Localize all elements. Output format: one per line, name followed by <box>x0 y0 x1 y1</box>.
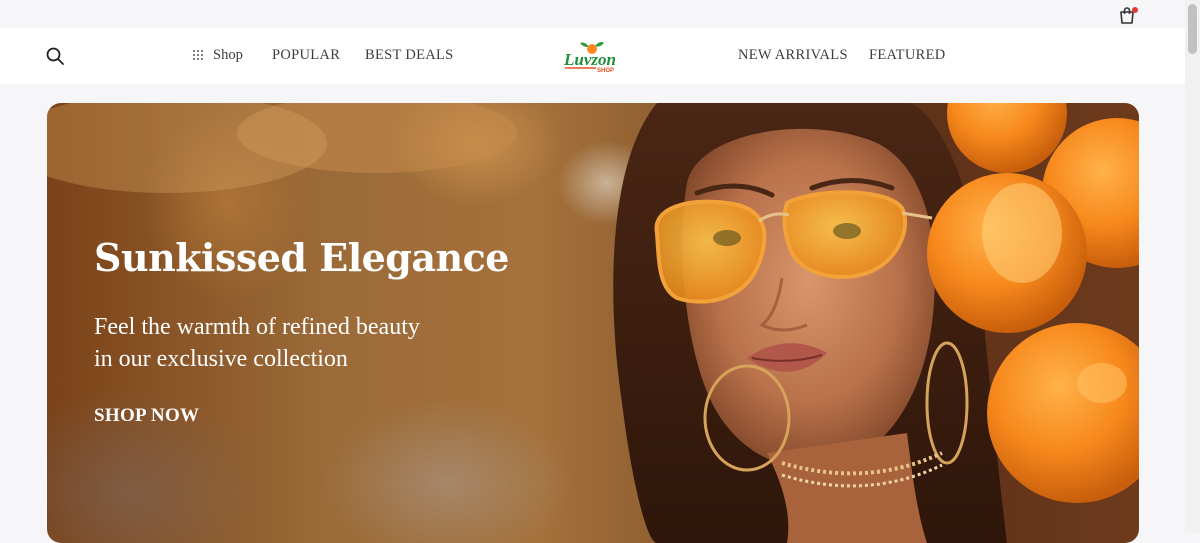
brand-logo[interactable]: Luvzon SHOP <box>563 38 623 76</box>
hero-subtitle-line-1: Feel the warmth of refined beauty <box>94 314 420 340</box>
nav-popular[interactable]: POPULAR <box>272 47 340 64</box>
shop-now-link[interactable]: SHOP NOW <box>94 405 199 427</box>
hero-title: Sunkissed Elegance <box>94 235 509 280</box>
logo-brand-text: Luvzon <box>563 50 616 69</box>
hero-banner: Sunkissed Elegance Feel the warmth of re… <box>47 103 1139 543</box>
hero-subtitle: Feel the warmth of refined beauty in our… <box>94 311 494 375</box>
nav-featured[interactable]: FEATURED <box>869 47 946 64</box>
nav-new-arrivals[interactable]: NEW ARRIVALS <box>738 47 848 64</box>
logo-sub-text: SHOP <box>597 68 614 74</box>
page-scrollbar[interactable] <box>1185 0 1200 533</box>
hero-subtitle-line-2: in our exclusive collection <box>94 346 348 372</box>
grid-icon <box>193 50 204 61</box>
main-nav: Shop POPULAR BEST DEALS Luvzon SHOP NEW … <box>0 28 1185 84</box>
search-icon <box>46 47 64 65</box>
cart-badge <box>1132 7 1138 13</box>
nav-shop-label: Shop <box>213 47 243 63</box>
nav-shop[interactable]: Shop <box>193 47 243 64</box>
nav-best-deals[interactable]: BEST DEALS <box>365 47 454 64</box>
cart-button[interactable] <box>1117 5 1139 25</box>
top-bar <box>0 0 1185 28</box>
search-button[interactable] <box>45 46 65 66</box>
scrollbar-thumb[interactable] <box>1188 4 1197 54</box>
